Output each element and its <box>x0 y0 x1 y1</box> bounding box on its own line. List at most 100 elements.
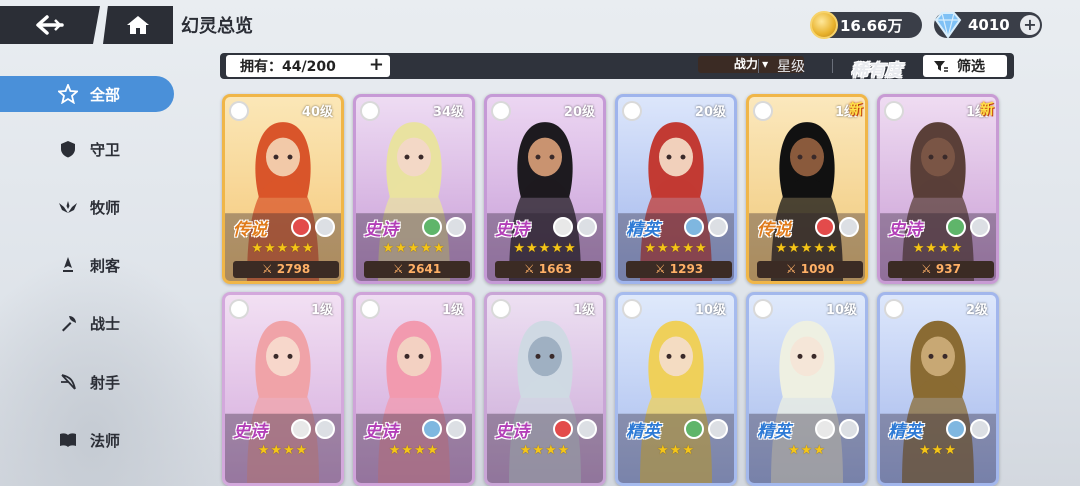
class-badge-icon <box>360 101 380 121</box>
sidebar-item-5[interactable]: 射手 <box>0 364 174 400</box>
element-icon <box>815 419 835 439</box>
home-icon <box>127 16 149 34</box>
faction-icon <box>708 217 728 237</box>
bow-icon <box>61 374 76 390</box>
faction-icon <box>970 217 990 237</box>
element-icon <box>684 419 704 439</box>
owned-count[interactable]: 拥有：44/200 + <box>226 54 390 77</box>
element-icon <box>422 217 442 237</box>
class-badge-icon <box>229 299 249 319</box>
class-badge-icon <box>753 299 773 319</box>
sidebar-item-6[interactable]: 法师 <box>0 422 174 458</box>
sidebar-item-label: 牧师 <box>90 198 121 217</box>
filter-icon <box>934 61 948 72</box>
class-badge-icon <box>884 299 904 319</box>
owned-count-label: 拥有：44/200 <box>240 59 336 75</box>
gem-counter[interactable]: 4010 + <box>934 12 1042 39</box>
gem-amount: 4010 <box>968 16 1010 34</box>
faction-icon <box>446 419 466 439</box>
hero-level: 2级 <box>965 303 988 318</box>
gold-amount: 16.66万 <box>840 16 903 35</box>
top-bar: 幻灵总览 16.66万 4010 + <box>0 0 1080 50</box>
rarity-label: 精英 <box>888 422 922 442</box>
hero-card[interactable]: 20级 精英 ★★★★★ ⚔ 1293 <box>615 94 737 284</box>
hero-card[interactable]: 1级 史诗 ★★★★ <box>222 292 344 486</box>
star-rating: ★★★★★ <box>382 241 446 256</box>
combat-power: ⚔ 1293 <box>626 261 732 278</box>
rarity-label: 精英 <box>626 220 660 240</box>
class-badge-icon <box>884 101 904 121</box>
sidebar-item-0[interactable]: 全部 <box>0 76 174 112</box>
sidebar-item-label: 全部 <box>90 85 121 104</box>
new-tag: 新 <box>849 102 863 118</box>
home-button[interactable] <box>103 6 173 44</box>
faction-icon <box>839 419 859 439</box>
hero-card[interactable]: 1级 史诗 ★★★★ <box>484 292 606 486</box>
filter-label: 筛选 <box>957 59 985 75</box>
hero-level: 20级 <box>694 105 726 120</box>
combat-power: ⚔ 1090 <box>757 261 863 278</box>
element-icon <box>291 419 311 439</box>
filter-bar: 拥有：44/200 + 战力 ▾ 星级 稀有度 筛选 <box>220 53 1014 81</box>
hero-level: 10级 <box>825 303 857 318</box>
sidebar-item-label: 战士 <box>90 314 121 333</box>
rarity-label: 史诗 <box>233 422 267 442</box>
gold-counter[interactable]: 16.66万 <box>810 11 922 39</box>
combat-power: ⚔ 937 <box>888 261 994 278</box>
hero-card[interactable]: 34级 史诗 ★★★★★ ⚔ 2641 <box>353 94 475 284</box>
faction-icon <box>446 217 466 237</box>
rarity-label: 史诗 <box>495 220 529 240</box>
sidebar-item-label: 刺客 <box>90 256 121 275</box>
sort-by-rarity[interactable]: 稀有度 <box>851 56 902 81</box>
hero-card[interactable]: 1级新史诗 ★★★★ ⚔ 937 <box>877 94 999 284</box>
rarity-label: 史诗 <box>495 422 529 442</box>
gem-icon <box>934 12 962 39</box>
axe-icon <box>62 316 76 332</box>
hero-level: 1级 <box>572 303 595 318</box>
element-icon <box>553 419 573 439</box>
faction-icon <box>315 419 335 439</box>
hero-card[interactable]: 2级 精英 ★★★ <box>877 292 999 486</box>
hero-level: 1级 <box>310 303 333 318</box>
hero-card[interactable]: 40级 传说 ★★★★★ ⚔ 2798 <box>222 94 344 284</box>
sort-by-star[interactable]: 星级 <box>777 56 805 76</box>
rarity-label: 传说 <box>233 220 267 240</box>
back-button[interactable] <box>0 6 100 44</box>
hero-card[interactable]: 10级精英 ★★★ <box>746 292 868 486</box>
star-rating: ★★★★ <box>388 443 440 458</box>
rarity-label: 传说 <box>757 220 791 240</box>
hero-card[interactable]: 1级新传说 ★★★★★ ⚔ 1090 <box>746 94 868 284</box>
sidebar-item-2[interactable]: 牧师 <box>0 189 174 225</box>
star-icon <box>58 84 78 104</box>
sidebar-item-1[interactable]: 守卫 <box>0 131 174 167</box>
rarity-label: 史诗 <box>888 220 922 240</box>
add-gems-button[interactable]: + <box>1020 15 1040 35</box>
combat-power: ⚔ 1663 <box>495 261 601 278</box>
element-icon <box>684 217 704 237</box>
hero-level: 40级 <box>301 105 333 120</box>
star-rating: ★★★ <box>788 443 826 458</box>
hero-card[interactable]: 10级 精英 ★★★ <box>615 292 737 486</box>
divider <box>832 59 833 73</box>
class-badge-icon <box>360 299 380 319</box>
dagger-icon <box>63 257 73 272</box>
rarity-label: 史诗 <box>364 422 398 442</box>
faction-icon <box>839 217 859 237</box>
expand-capacity-button[interactable]: + <box>369 54 384 75</box>
hero-level: 20级 <box>563 105 595 120</box>
rarity-label: 精英 <box>626 422 660 442</box>
rarity-label: 精英 <box>757 422 791 442</box>
faction-icon <box>577 419 597 439</box>
class-badge-icon <box>622 101 642 121</box>
class-badge-icon <box>753 101 773 121</box>
hero-card[interactable]: 1级 史诗 ★★★★ <box>353 292 475 486</box>
sidebar-item-4[interactable]: 战士 <box>0 305 174 341</box>
faction-icon <box>315 217 335 237</box>
combat-power: ⚔ 2641 <box>364 261 470 278</box>
hero-level: 10级 <box>694 303 726 318</box>
hero-card[interactable]: 20级 史诗 ★★★★★ ⚔ 1663 <box>484 94 606 284</box>
faction-icon <box>970 419 990 439</box>
sidebar-item-3[interactable]: 刺客 <box>0 247 174 283</box>
element-icon <box>291 217 311 237</box>
filter-button[interactable]: 筛选 <box>923 55 1007 77</box>
